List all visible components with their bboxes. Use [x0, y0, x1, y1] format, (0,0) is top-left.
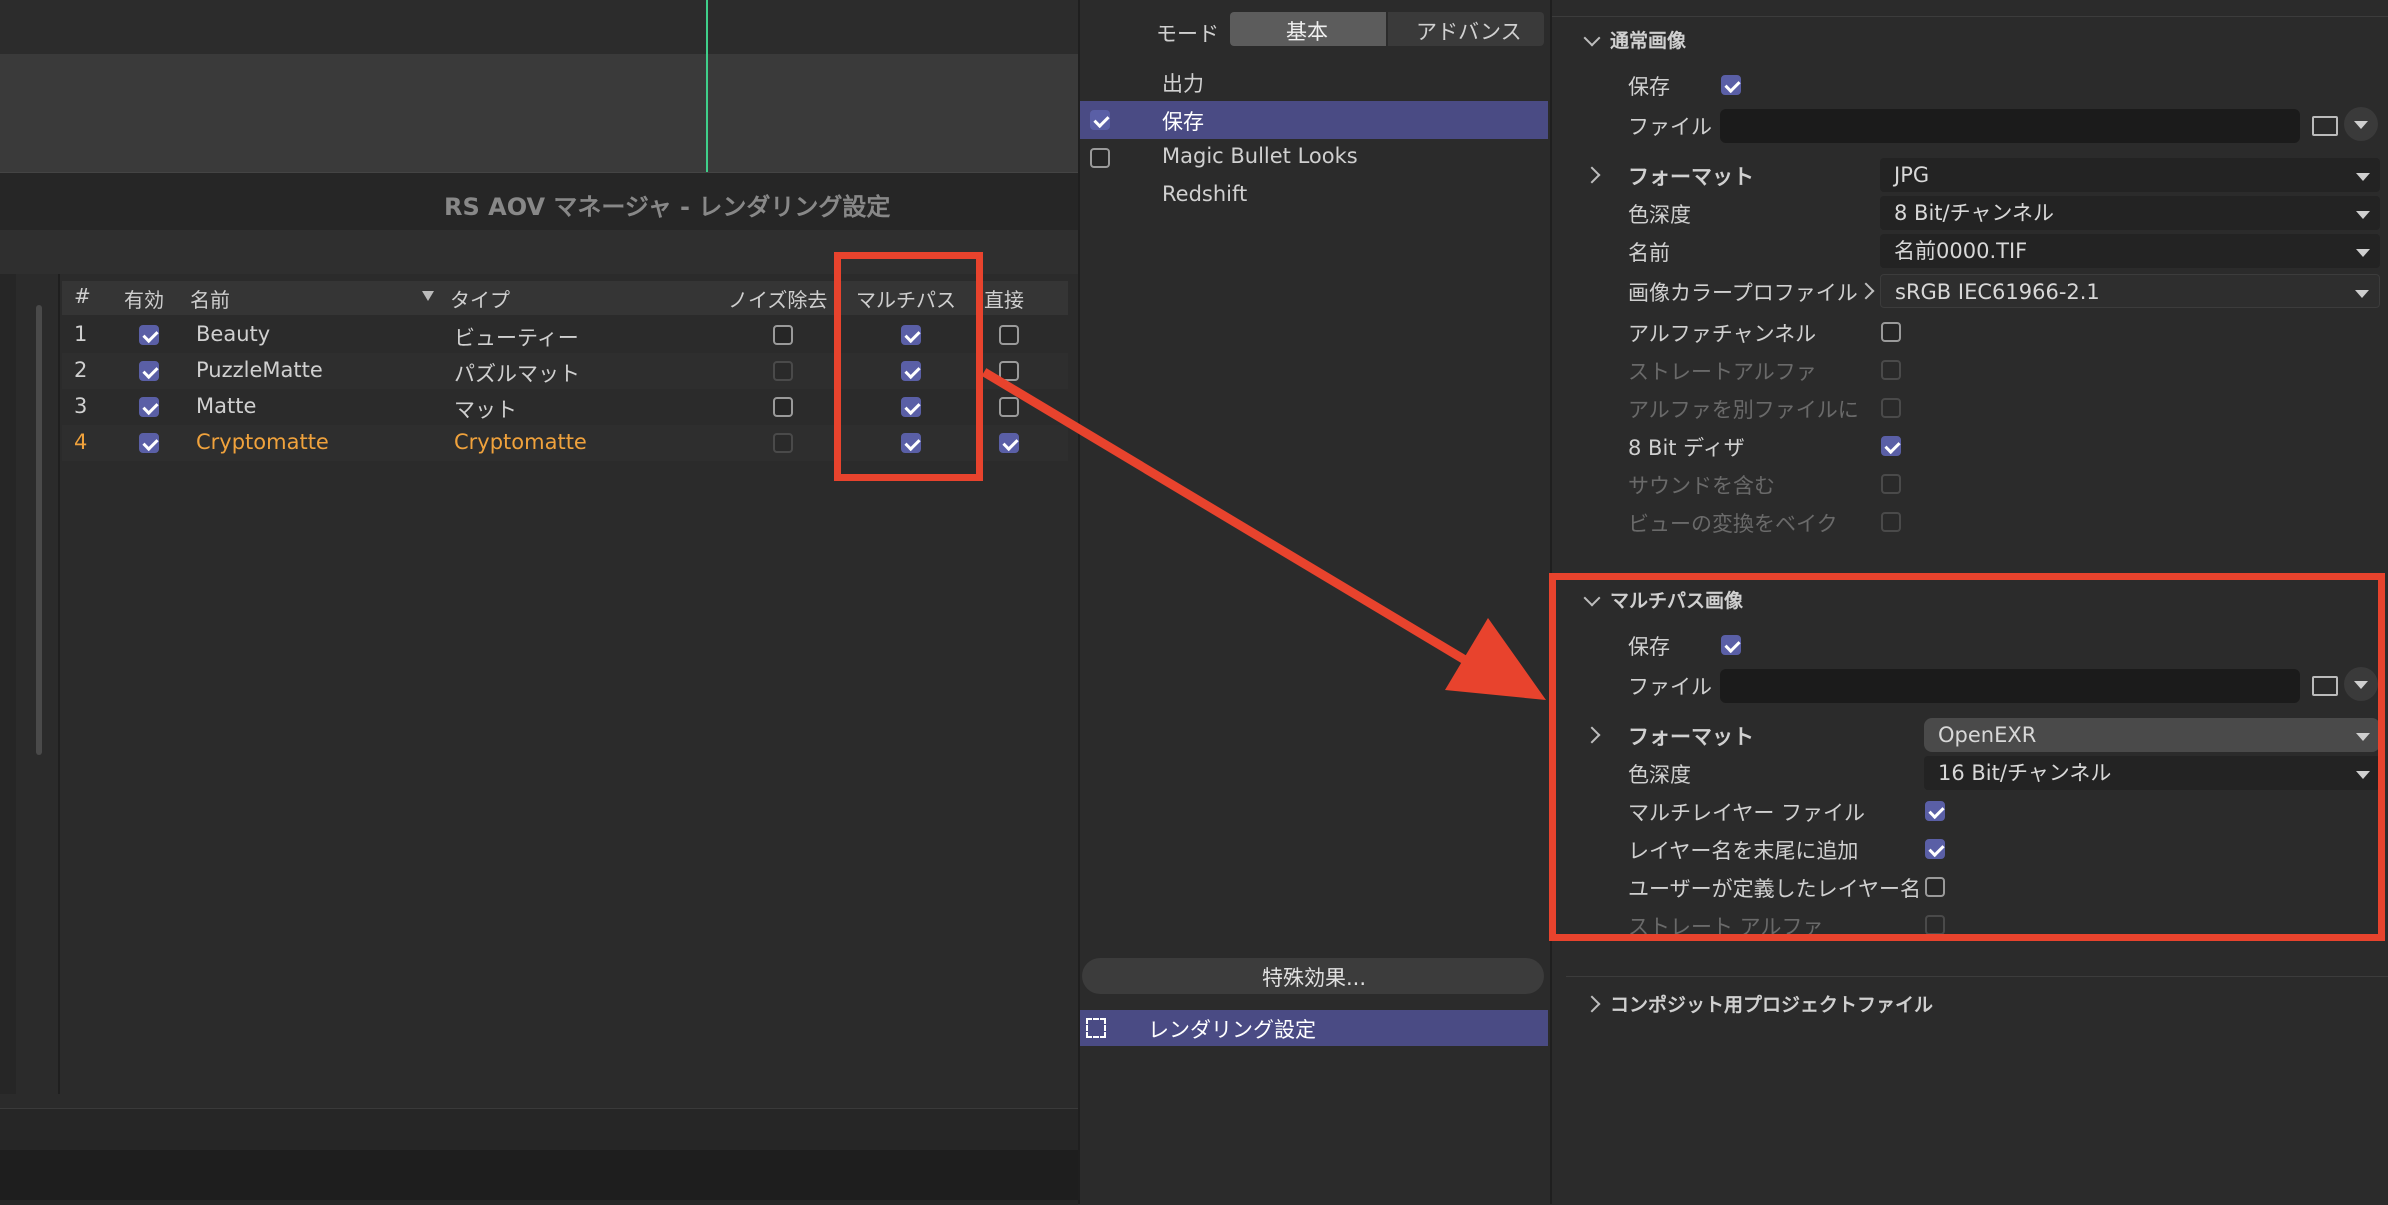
annotation-arrow — [981, 368, 1546, 700]
